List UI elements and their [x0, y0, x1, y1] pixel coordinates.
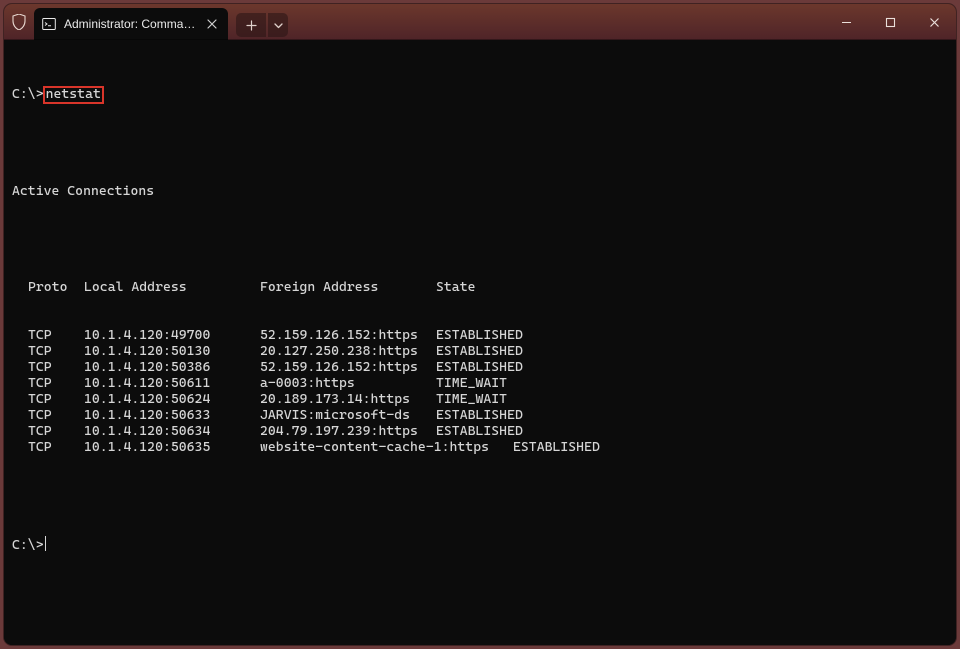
tab-close-button[interactable] [205, 15, 220, 33]
cell-state: ESTABLISHED [513, 440, 600, 456]
cmd-icon [42, 17, 56, 31]
new-tab-button[interactable] [236, 13, 266, 37]
table-row: TCP10.1.4.120:50633JARVIS:microsoft-dsES… [12, 408, 948, 424]
maximize-button[interactable] [868, 4, 912, 40]
cell-proto: TCP [28, 440, 84, 456]
cursor [45, 536, 46, 551]
tab-title: Administrator: Command Pro [64, 17, 197, 31]
cell-state: ESTABLISHED [436, 408, 523, 424]
terminal-window: Administrator: Command Pro [4, 4, 956, 645]
cell-state: ESTABLISHED [436, 344, 523, 360]
cell-local: 10.1.4.120:49700 [84, 328, 260, 344]
col-proto: Proto [28, 280, 84, 296]
titlebar[interactable]: Administrator: Command Pro [4, 4, 956, 40]
cell-state: TIME_WAIT [436, 376, 507, 392]
cell-state: ESTABLISHED [436, 424, 523, 440]
cell-foreign: 52.159.126.152:https [260, 328, 436, 344]
table-row: TCP10.1.4.120:5062420.189.173.14:httpsTI… [12, 392, 948, 408]
cell-local: 10.1.4.120:50633 [84, 408, 260, 424]
cell-local: 10.1.4.120:50611 [84, 376, 260, 392]
cell-proto: TCP [28, 360, 84, 376]
tab-dropdown-button[interactable] [268, 13, 288, 37]
cell-foreign: 204.79.197.239:https [260, 424, 436, 440]
cell-proto: TCP [28, 328, 84, 344]
table-row: TCP10.1.4.120:5038652.159.126.152:httpsE… [12, 360, 948, 376]
cell-proto: TCP [28, 408, 84, 424]
cell-state: ESTABLISHED [436, 360, 523, 376]
window-controls [824, 4, 956, 40]
titlebar-drag-area[interactable] [288, 4, 824, 40]
cell-local: 10.1.4.120:50634 [84, 424, 260, 440]
col-foreign: Foreign Address [260, 280, 436, 296]
cell-foreign: 20.189.173.14:https [260, 392, 436, 408]
prompt-line-2: C:\> [12, 536, 948, 554]
cell-proto: TCP [28, 376, 84, 392]
table-row: TCP10.1.4.120:50635website-content-cache… [12, 440, 948, 456]
table-row: TCP10.1.4.120:50611a-0003:httpsTIME_WAIT [12, 376, 948, 392]
cell-state: TIME_WAIT [436, 392, 507, 408]
cell-proto: TCP [28, 424, 84, 440]
prompt-prefix: C:\> [12, 87, 44, 102]
highlighted-command: netstat [43, 86, 104, 104]
terminal-output[interactable]: C:\>netstat Active Connections ProtoLoca… [4, 40, 956, 645]
cell-local: 10.1.4.120:50130 [84, 344, 260, 360]
minimize-button[interactable] [824, 4, 868, 40]
cell-proto: TCP [28, 392, 84, 408]
cell-foreign: 20.127.250.238:https [260, 344, 436, 360]
cell-local: 10.1.4.120:50624 [84, 392, 260, 408]
cell-proto: TCP [28, 344, 84, 360]
tab-active[interactable]: Administrator: Command Pro [34, 8, 228, 40]
table-row: TCP10.1.4.120:4970052.159.126.152:httpsE… [12, 328, 948, 344]
cell-foreign: website-content-cache-1:https [260, 440, 513, 456]
col-state: State [436, 280, 475, 296]
cell-foreign: a-0003:https [260, 376, 436, 392]
app-shield-icon [4, 4, 34, 40]
section-heading: Active Connections [12, 184, 948, 200]
cell-local: 10.1.4.120:50635 [84, 440, 260, 456]
prompt-prefix: C:\> [12, 538, 44, 553]
cell-foreign: 52.159.126.152:https [260, 360, 436, 376]
prompt-line-1: C:\>netstat [12, 86, 948, 104]
cell-state: ESTABLISHED [436, 328, 523, 344]
tab-actions [236, 10, 288, 40]
close-window-button[interactable] [912, 4, 956, 40]
cell-local: 10.1.4.120:50386 [84, 360, 260, 376]
table-header-row: ProtoLocal AddressForeign AddressState [12, 280, 948, 296]
table-row: TCP10.1.4.120:50634204.79.197.239:httpsE… [12, 424, 948, 440]
table-row: TCP10.1.4.120:5013020.127.250.238:httpsE… [12, 344, 948, 360]
cell-foreign: JARVIS:microsoft-ds [260, 408, 436, 424]
col-local: Local Address [84, 280, 260, 296]
